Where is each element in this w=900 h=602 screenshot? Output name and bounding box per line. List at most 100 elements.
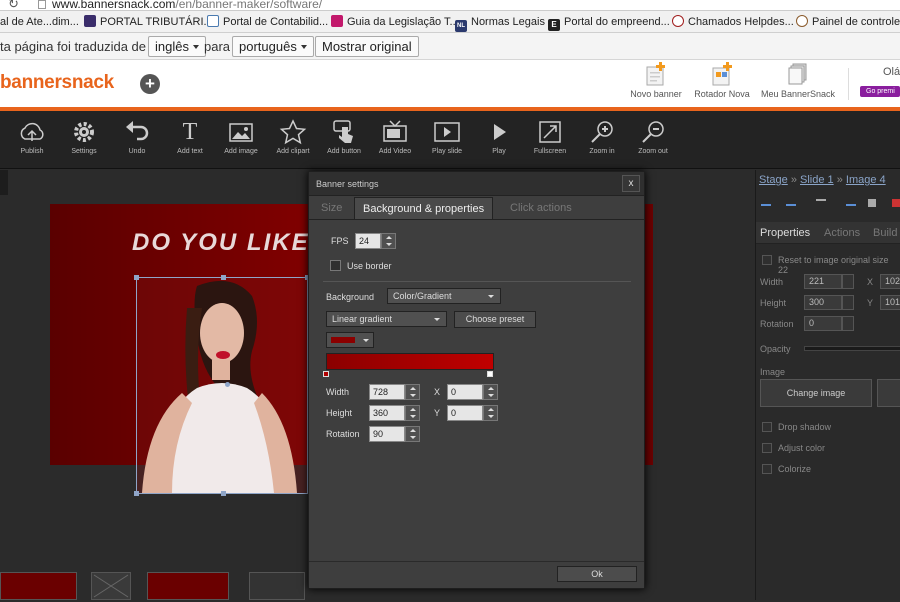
breadcrumb-stage[interactable]: Stage bbox=[759, 174, 788, 186]
adjust-color-checkbox[interactable] bbox=[762, 443, 772, 453]
use-border-checkbox[interactable] bbox=[330, 260, 341, 271]
gradient-color-picker[interactable] bbox=[326, 332, 374, 348]
fps-label: FPS bbox=[331, 236, 349, 246]
rotation-stepper[interactable] bbox=[405, 426, 420, 442]
url-text[interactable]: www.bannersnack.com/en/banner-maker/soft… bbox=[52, 0, 322, 11]
editor-toolbar: Publish Settings Undo T Add text Add ima… bbox=[0, 111, 900, 169]
width-stepper[interactable] bbox=[842, 274, 854, 289]
colorize-checkbox[interactable] bbox=[762, 464, 772, 474]
opacity-slider[interactable] bbox=[804, 346, 900, 351]
gradient-type-select[interactable]: Linear gradient bbox=[326, 311, 447, 327]
tab-properties[interactable]: Properties bbox=[760, 227, 810, 239]
translate-to-select[interactable]: português bbox=[232, 36, 314, 57]
bookmark-item[interactable]: PORTAL TRIBUTÁRI... bbox=[84, 14, 213, 30]
bannersnack-logo[interactable]: bannersnack bbox=[0, 72, 114, 94]
tab-click-actions[interactable]: Click actions bbox=[502, 197, 580, 219]
fps-input[interactable]: 24 bbox=[355, 233, 381, 249]
go-premium-button[interactable]: Go premi bbox=[860, 86, 900, 97]
fullscreen-button[interactable]: Fullscreen bbox=[524, 119, 576, 155]
gradient-stop-start[interactable] bbox=[323, 371, 329, 377]
ok-button[interactable]: Ok bbox=[557, 566, 637, 582]
slide-thumbnail[interactable] bbox=[147, 572, 229, 600]
bookmark-item[interactable]: al de Ate...dim... bbox=[0, 14, 79, 30]
rotation-input[interactable]: 0 bbox=[804, 316, 842, 331]
fps-stepper[interactable] bbox=[381, 233, 396, 249]
y-input[interactable]: 101 bbox=[880, 295, 900, 310]
breadcrumb-sep: » bbox=[790, 174, 797, 186]
add-image-button[interactable]: Add image bbox=[215, 119, 267, 155]
gradient-stop-end[interactable] bbox=[487, 371, 493, 377]
translate-middle-text: para bbox=[204, 39, 231, 54]
tab-build[interactable]: Build bbox=[873, 227, 897, 239]
resize-handle-nw[interactable] bbox=[134, 275, 139, 280]
tab-background-properties[interactable]: Background & properties bbox=[354, 197, 494, 219]
rotate-pivot-handle[interactable] bbox=[225, 382, 230, 387]
publish-button[interactable]: Publish bbox=[6, 119, 58, 155]
browser-url-bar[interactable]: ↻ www.bannersnack.com/en/banner-maker/so… bbox=[0, 0, 900, 11]
zoom-in-button[interactable]: Zoom in bbox=[576, 119, 628, 155]
image-extra-button[interactable] bbox=[877, 379, 900, 407]
bookmark-favicon-icon bbox=[796, 15, 808, 27]
background-type-select[interactable]: Color/Gradient bbox=[387, 288, 501, 304]
play-button[interactable]: Play bbox=[473, 119, 525, 155]
height-stepper[interactable] bbox=[405, 405, 420, 421]
dialog-titlebar[interactable]: Banner settings x bbox=[309, 172, 644, 196]
height-input[interactable]: 360 bbox=[369, 405, 405, 421]
gradient-preview-bar[interactable] bbox=[326, 353, 494, 370]
y-stepper[interactable] bbox=[483, 405, 498, 421]
show-original-button[interactable]: Mostrar original bbox=[315, 36, 419, 57]
bookmark-item[interactable]: Guia da Legislação T... bbox=[331, 14, 459, 30]
tab-size[interactable]: Size bbox=[313, 197, 350, 219]
x-input[interactable]: 0 bbox=[447, 384, 483, 400]
breadcrumb-slide[interactable]: Slide 1 bbox=[800, 174, 834, 186]
width-stepper[interactable] bbox=[405, 384, 420, 400]
bookmark-item[interactable]: Portal de Contabilid... bbox=[207, 14, 328, 30]
nav-new-banner[interactable]: Novo banner bbox=[627, 62, 685, 99]
settings-button[interactable]: Settings bbox=[58, 119, 110, 155]
bookmark-item[interactable]: Painel de controle bbox=[796, 14, 900, 30]
tool-label: Publish bbox=[20, 148, 44, 155]
drop-shadow-checkbox[interactable] bbox=[762, 422, 772, 432]
width-input[interactable]: 221 bbox=[804, 274, 842, 289]
height-stepper[interactable] bbox=[842, 295, 854, 310]
resize-handle-sw[interactable] bbox=[134, 491, 139, 496]
close-button[interactable]: x bbox=[622, 175, 640, 192]
y-input[interactable]: 0 bbox=[447, 405, 483, 421]
add-plus-icon[interactable]: + bbox=[140, 74, 160, 94]
add-text-button[interactable]: T Add text bbox=[164, 119, 216, 155]
bookmark-favicon-icon bbox=[84, 15, 96, 27]
resize-handle-n[interactable] bbox=[221, 275, 226, 280]
play-slide-button[interactable]: Play slide bbox=[421, 119, 473, 155]
tab-actions[interactable]: Actions bbox=[824, 227, 860, 239]
resize-handle-s[interactable] bbox=[221, 491, 226, 496]
height-input[interactable]: 300 bbox=[804, 295, 842, 310]
rotation-input[interactable]: 90 bbox=[369, 426, 405, 442]
undo-button[interactable]: Undo bbox=[111, 119, 163, 155]
bookmark-item[interactable]: Chamados Helpdes... bbox=[672, 14, 794, 30]
nav-my-bannersnack[interactable]: Meu BannerSnack bbox=[758, 62, 838, 99]
x-input[interactable]: 102 bbox=[880, 274, 900, 289]
add-video-button[interactable]: Add Video bbox=[369, 119, 421, 155]
width-input[interactable]: 728 bbox=[369, 384, 405, 400]
banner-headline[interactable]: DO YOU LIKE bbox=[132, 229, 310, 257]
add-button-button[interactable]: Add button bbox=[318, 119, 370, 155]
bookmark-label: Normas Legais bbox=[471, 16, 545, 28]
add-clipart-button[interactable]: Add clipart bbox=[267, 119, 319, 155]
reset-size-checkbox[interactable] bbox=[762, 255, 772, 265]
breadcrumb-image[interactable]: Image 4 bbox=[846, 174, 886, 186]
nav-label: Meu BannerSnack bbox=[760, 89, 836, 99]
choose-preset-button[interactable]: Choose preset bbox=[454, 311, 536, 328]
zoom-out-button[interactable]: Zoom out bbox=[627, 119, 679, 155]
bookmark-item[interactable]: NL Normas Legais bbox=[455, 14, 545, 32]
slide-thumbnail[interactable] bbox=[0, 572, 77, 600]
selected-image[interactable] bbox=[134, 275, 310, 496]
slide-thumbnail[interactable] bbox=[91, 572, 131, 600]
nav-rotator[interactable]: Rotador Nova bbox=[690, 62, 754, 99]
bookmark-favicon-icon bbox=[331, 15, 343, 27]
change-image-button[interactable]: Change image bbox=[760, 379, 872, 407]
translate-from-select[interactable]: inglês bbox=[148, 36, 206, 57]
x-stepper[interactable] bbox=[483, 384, 498, 400]
rotation-stepper[interactable] bbox=[842, 316, 854, 331]
bookmark-item[interactable]: E Portal do empreend... bbox=[548, 14, 670, 31]
new-slide-button[interactable] bbox=[249, 572, 305, 600]
